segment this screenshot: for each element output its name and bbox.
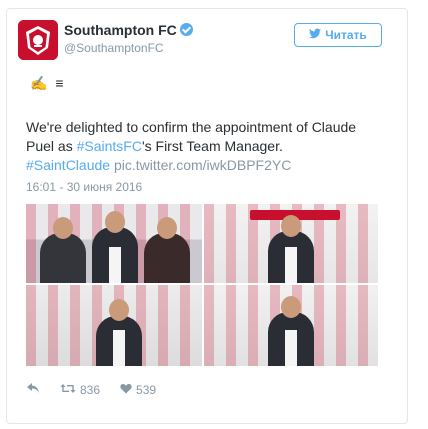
retweet-button[interactable]: 836 bbox=[60, 383, 100, 397]
follow-button[interactable]: Читать bbox=[294, 23, 382, 47]
like-count: 539 bbox=[136, 382, 157, 397]
manager-shirt bbox=[113, 330, 125, 366]
account-handle[interactable]: @SouthamptonFC bbox=[64, 41, 164, 55]
tweet-text-part2: 's First Team Manager. bbox=[141, 138, 283, 154]
reply-icon bbox=[26, 382, 40, 397]
pic-link[interactable]: pic.twitter.com/iwkDBPF2YC bbox=[114, 157, 291, 173]
manager-shirt bbox=[285, 247, 297, 283]
hashtag-saintclaude-link[interactable]: #SaintClaude bbox=[26, 157, 110, 173]
person-right-head bbox=[157, 217, 177, 239]
person-left-head bbox=[53, 217, 73, 239]
manager-head bbox=[281, 296, 301, 318]
reply-button[interactable] bbox=[26, 382, 40, 397]
retweet-icon bbox=[60, 383, 76, 397]
retweet-count: 836 bbox=[80, 382, 101, 397]
photo-three-men-seated[interactable] bbox=[26, 204, 202, 283]
heart-icon bbox=[120, 383, 132, 397]
like-button[interactable]: 539 bbox=[120, 383, 156, 397]
follow-label[interactable]: Читать bbox=[325, 28, 367, 42]
account-name[interactable]: Southampton FC bbox=[64, 22, 193, 38]
account-name-text[interactable]: Southampton FC bbox=[64, 22, 177, 38]
person-right bbox=[144, 233, 190, 283]
tweet-emoji: ✍ ≡ bbox=[30, 75, 66, 91]
person-center-shirt bbox=[109, 247, 121, 283]
account-avatar[interactable] bbox=[18, 20, 58, 60]
southampton-crest-icon bbox=[18, 20, 58, 60]
photo-manager-portrait[interactable] bbox=[26, 285, 202, 366]
person-center-head bbox=[105, 211, 125, 233]
photo-arms-raised[interactable] bbox=[204, 204, 378, 283]
twitter-bird-icon bbox=[309, 28, 322, 42]
photo-manager-press[interactable] bbox=[204, 285, 378, 366]
manager-head bbox=[109, 299, 129, 321]
person-left bbox=[40, 233, 86, 283]
manager-head bbox=[281, 215, 301, 237]
verified-icon bbox=[179, 23, 193, 36]
manager-shirt bbox=[285, 330, 297, 366]
hashtag-saintsfc-link[interactable]: #SaintsFC bbox=[77, 138, 142, 154]
tweet-timestamp[interactable]: 16:01 - 30 июня 2016 bbox=[26, 180, 142, 194]
tweet-text: We're delighted to confirm the appointme… bbox=[26, 118, 386, 175]
tweet-actions: 836 539 bbox=[26, 382, 156, 397]
photo-mosaic[interactable] bbox=[26, 204, 378, 366]
